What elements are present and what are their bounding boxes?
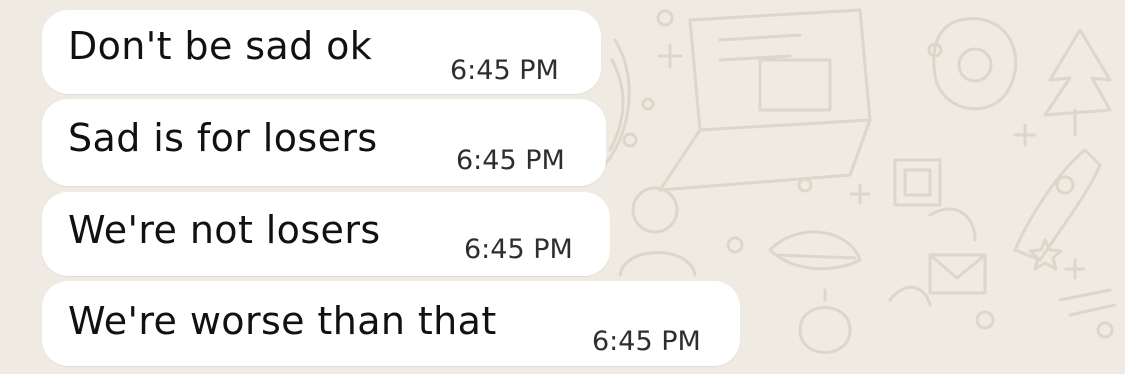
message-bubble[interactable]: We're worse than that 6:45 PM	[42, 281, 740, 366]
message-bubble[interactable]: Don't be sad ok 6:45 PM	[42, 10, 601, 94]
message-text: We're worse than that	[68, 299, 497, 343]
message-bubble[interactable]: Sad is for losers 6:45 PM	[42, 99, 606, 186]
message-bubble[interactable]: We're not losers 6:45 PM	[42, 192, 610, 276]
message-text: Don't be sad ok	[68, 24, 373, 68]
message-timestamp: 6:45 PM	[456, 145, 565, 176]
message-text: We're not losers	[68, 208, 381, 252]
message-timestamp: 6:45 PM	[592, 326, 701, 357]
message-list: Don't be sad ok 6:45 PM Sad is for loser…	[0, 0, 1125, 374]
message-text: Sad is for losers	[68, 116, 378, 160]
message-timestamp: 6:45 PM	[464, 234, 573, 265]
message-timestamp: 6:45 PM	[450, 55, 559, 86]
